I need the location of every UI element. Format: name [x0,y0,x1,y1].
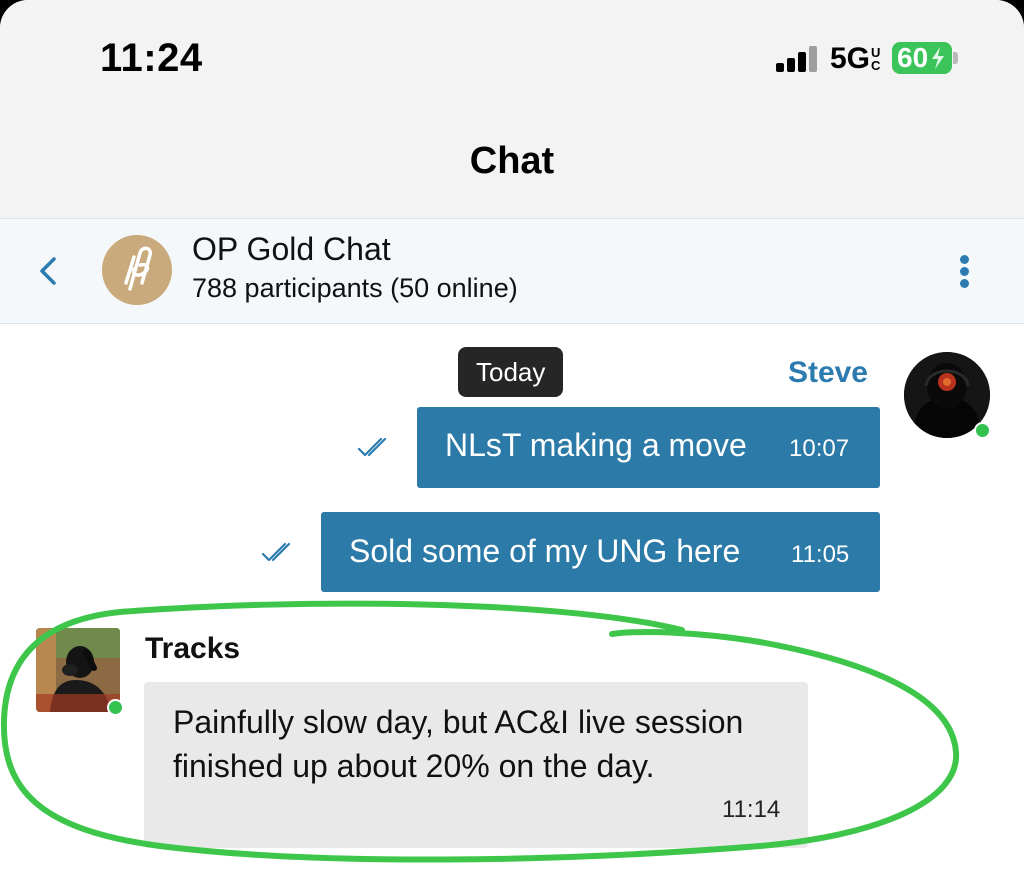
charging-bolt-icon [932,47,944,69]
avatar[interactable] [36,628,120,712]
network-indicator: 5GUC [830,42,883,76]
date-separator: Today [458,347,564,397]
network-type: 5G [830,42,871,75]
group-name[interactable]: OP Gold Chat [192,231,391,268]
group-avatar[interactable] [102,235,172,305]
double-check-icon [357,437,387,457]
phone-screen: 11:24 5GUC 60 Chat OP Gold Chat 788 part… [0,0,1024,876]
top-bar: 11:24 5GUC 60 Chat [0,0,1024,218]
page-title: Chat [469,140,555,182]
online-indicator [974,422,991,439]
chat-header: OP Gold Chat 788 participants (50 online… [0,218,1024,324]
network-subtype: UC [871,45,881,73]
participants-count: 788 participants (50 online) [192,273,518,303]
sender-name[interactable]: Tracks [145,632,240,666]
message-time: 11:05 [791,541,850,568]
battery-charging-icon: 60 [892,42,952,74]
signal-bars-icon [776,46,817,72]
status-time: 11:24 [100,36,203,80]
dog-photo-avatar [36,628,120,712]
message-text: Sold some of my UNG here [349,533,741,569]
message-time: 11:14 [722,796,781,823]
message-bubble[interactable]: Sold some of my UNG here 11:05 [321,512,880,592]
online-indicator [107,699,124,716]
menu-dot [960,267,969,276]
message-bubble[interactable]: Painfully slow day, but AC&I live sessio… [144,682,808,848]
sender-name[interactable]: Steve [700,356,868,390]
menu-dot [960,279,969,288]
message-time: 10:07 [789,435,850,462]
more-vertical-icon[interactable] [950,249,978,293]
chevron-left-icon[interactable] [30,249,70,293]
battery-nub [953,52,958,64]
message-bubble[interactable]: NLsT making a move 10:07 [417,407,880,488]
double-check-icon [261,542,291,562]
paperclip-logo-icon [124,246,152,291]
menu-dot [960,255,969,264]
message-text: Painfully slow day, but AC&I live sessio… [173,704,744,784]
message-text: NLsT making a move [445,427,747,463]
battery-level: 60 [897,42,929,73]
